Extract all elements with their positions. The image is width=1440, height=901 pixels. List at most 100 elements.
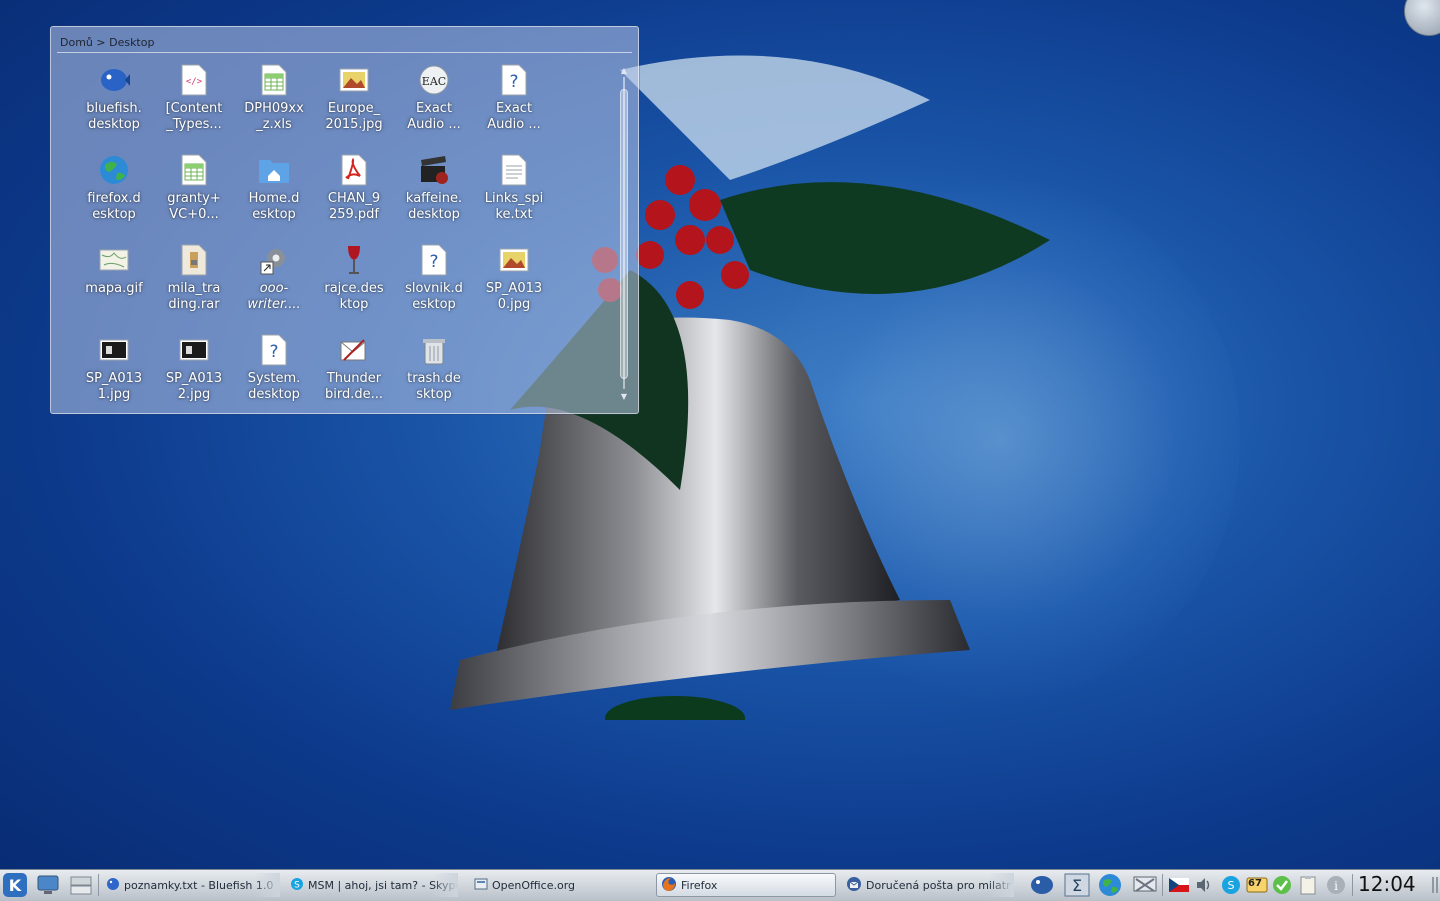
wine-glass-icon bbox=[337, 243, 371, 277]
task-bluefish[interactable]: poznamky.txt - Bluefish 1.0 bbox=[102, 873, 280, 897]
task-thunderbird[interactable]: Doručená pošta pro milatr bbox=[842, 873, 1014, 897]
desktop-file-item[interactable]: Links_spi ke.txt bbox=[474, 153, 554, 241]
pager-icon bbox=[70, 876, 92, 895]
desktop-file-item[interactable]: Home.d esktop bbox=[234, 153, 314, 241]
scroll-up-icon[interactable]: ▲ bbox=[620, 67, 628, 75]
unknown-file-icon: ? bbox=[417, 243, 451, 277]
separator bbox=[98, 874, 99, 896]
file-name-label: firefox.d esktop bbox=[87, 191, 141, 222]
clapperboard-icon bbox=[417, 153, 451, 187]
volume-tray[interactable] bbox=[1194, 875, 1214, 895]
panel-toolbox[interactable] bbox=[1428, 875, 1440, 895]
svg-text:?: ? bbox=[269, 342, 278, 362]
desktop-file-item[interactable]: CHAN_9 259.pdf bbox=[314, 153, 394, 241]
desktop-toolbox-button[interactable] bbox=[1404, 0, 1440, 36]
scroll-down-icon[interactable]: ▼ bbox=[620, 393, 628, 401]
file-name-label: mila_tra ding.rar bbox=[167, 281, 221, 312]
scrollbar[interactable]: ▲ ▼ bbox=[620, 67, 628, 401]
desktop-file-item[interactable]: ooo- writer.... bbox=[234, 243, 314, 331]
desktop-file-item[interactable]: mila_tra ding.rar bbox=[154, 243, 234, 331]
clipboard-icon bbox=[1300, 876, 1316, 895]
network-disconnected-icon bbox=[1133, 876, 1157, 892]
kget-launcher[interactable] bbox=[1030, 873, 1056, 897]
speaker-icon bbox=[1197, 878, 1210, 892]
firefox-icon bbox=[661, 876, 677, 895]
desktop-file-item[interactable]: DPH09xx _z.xls bbox=[234, 63, 314, 151]
pager-button[interactable] bbox=[70, 872, 94, 898]
unknown-file-icon: ? bbox=[497, 63, 531, 97]
desktop-file-item[interactable]: ? System. desktop bbox=[234, 333, 314, 421]
svg-text:?: ? bbox=[509, 72, 518, 92]
gear-link-icon bbox=[257, 243, 291, 277]
browser-launcher[interactable] bbox=[1098, 873, 1122, 897]
file-name-label: rajce.des ktop bbox=[324, 281, 384, 312]
desktop-file-item[interactable]: granty+ VC+0... bbox=[154, 153, 234, 241]
task-label: OpenOffice.org bbox=[492, 878, 576, 892]
desktop-file-item[interactable]: EAC Exact Audio ... bbox=[394, 63, 474, 151]
svg-text:K: K bbox=[9, 876, 22, 895]
thunderbird-icon bbox=[846, 876, 862, 895]
task-firefox[interactable]: Firefox 2 bbox=[656, 873, 836, 897]
spreadsheet-icon bbox=[257, 63, 291, 97]
clock[interactable]: 12:04 bbox=[1358, 872, 1416, 896]
globe-icon bbox=[97, 153, 131, 187]
show-desktop-button[interactable] bbox=[36, 872, 62, 898]
skype-icon: S bbox=[290, 877, 304, 894]
desktop-file-item[interactable]: </> [Content _Types... bbox=[154, 63, 234, 151]
spreadsheet-icon bbox=[177, 153, 211, 187]
desktop-file-item[interactable]: Europe_ 2015.jpg bbox=[314, 63, 394, 151]
kde-menu-button[interactable]: K bbox=[2, 872, 30, 898]
label-fade bbox=[988, 873, 1014, 897]
panel-handle-icon bbox=[1432, 877, 1438, 893]
network-tray[interactable] bbox=[1132, 873, 1158, 897]
file-name-label: mapa.gif bbox=[85, 281, 143, 296]
updates-tray[interactable] bbox=[1272, 875, 1292, 895]
desktop-file-item[interactable]: SP_A013 0.jpg bbox=[474, 243, 554, 331]
checkmark-icon bbox=[1273, 876, 1291, 894]
file-name-label: Home.d esktop bbox=[248, 191, 300, 222]
notifications-tray[interactable]: i bbox=[1326, 875, 1346, 895]
svg-text:S: S bbox=[294, 880, 300, 890]
globe-icon bbox=[1099, 874, 1121, 896]
file-name-label: [Content _Types... bbox=[165, 101, 223, 132]
desktop-file-item[interactable]: bluefish. desktop bbox=[74, 63, 154, 151]
skype-tray[interactable]: S bbox=[1220, 875, 1242, 895]
battery-tray[interactable]: 67 bbox=[1246, 875, 1268, 895]
task-label: Firefox bbox=[681, 878, 718, 892]
photo-dark-icon bbox=[97, 333, 131, 367]
file-name-label: CHAN_9 259.pdf bbox=[327, 191, 381, 222]
breadcrumb[interactable]: Domů > Desktop bbox=[60, 36, 154, 49]
svg-text:Σ: Σ bbox=[1072, 876, 1082, 895]
desktop-file-item[interactable]: ? Exact Audio ... bbox=[474, 63, 554, 151]
archive-icon bbox=[177, 243, 211, 277]
battery-percent: 67 bbox=[1248, 878, 1262, 889]
desktop-file-item[interactable]: kaffeine. desktop bbox=[394, 153, 474, 241]
desktop-file-item[interactable]: mapa.gif bbox=[74, 243, 154, 331]
pdf-icon bbox=[337, 153, 371, 187]
sum-icon: Σ bbox=[1064, 873, 1090, 897]
desktop-file-item[interactable]: rajce.des ktop bbox=[314, 243, 394, 331]
desktop-file-item[interactable]: ? slovnik.d esktop bbox=[394, 243, 474, 331]
label-fade bbox=[432, 873, 458, 897]
desktop-file-item[interactable]: SP_A013 1.jpg bbox=[74, 333, 154, 421]
calculator-launcher[interactable]: Σ bbox=[1064, 873, 1090, 897]
desktop-file-item[interactable]: Thunder bird.de... bbox=[314, 333, 394, 421]
file-name-label: kaffeine. desktop bbox=[405, 191, 463, 222]
file-name-label: Europe_ 2015.jpg bbox=[325, 101, 383, 132]
desktop-file-item[interactable]: trash.de sktop bbox=[394, 333, 474, 421]
openoffice-icon bbox=[474, 877, 488, 894]
file-name-label: slovnik.d esktop bbox=[405, 281, 463, 312]
desktop-file-item[interactable]: firefox.d esktop bbox=[74, 153, 154, 241]
folder-view-widget: Domů > Desktop bluefish. desktop </> [Cont… bbox=[50, 26, 639, 414]
clipboard-tray[interactable] bbox=[1298, 875, 1318, 895]
czech-flag-icon bbox=[1169, 878, 1189, 892]
file-name-label: ooo- writer.... bbox=[247, 281, 301, 312]
trash-icon bbox=[417, 333, 451, 367]
desktop-file-item[interactable]: SP_A013 2.jpg bbox=[154, 333, 234, 421]
task-skype[interactable]: S MSM | ahoj, jsi tam? - Skype bbox=[286, 873, 458, 897]
task-label: poznamky.txt - Bluefish 1.0 bbox=[124, 878, 274, 892]
task-openoffice[interactable]: OpenOffice.org bbox=[470, 873, 648, 897]
keyboard-layout-tray[interactable] bbox=[1168, 875, 1190, 895]
scroll-thumb[interactable] bbox=[620, 89, 628, 379]
file-name-label: Exact Audio ... bbox=[487, 101, 541, 132]
